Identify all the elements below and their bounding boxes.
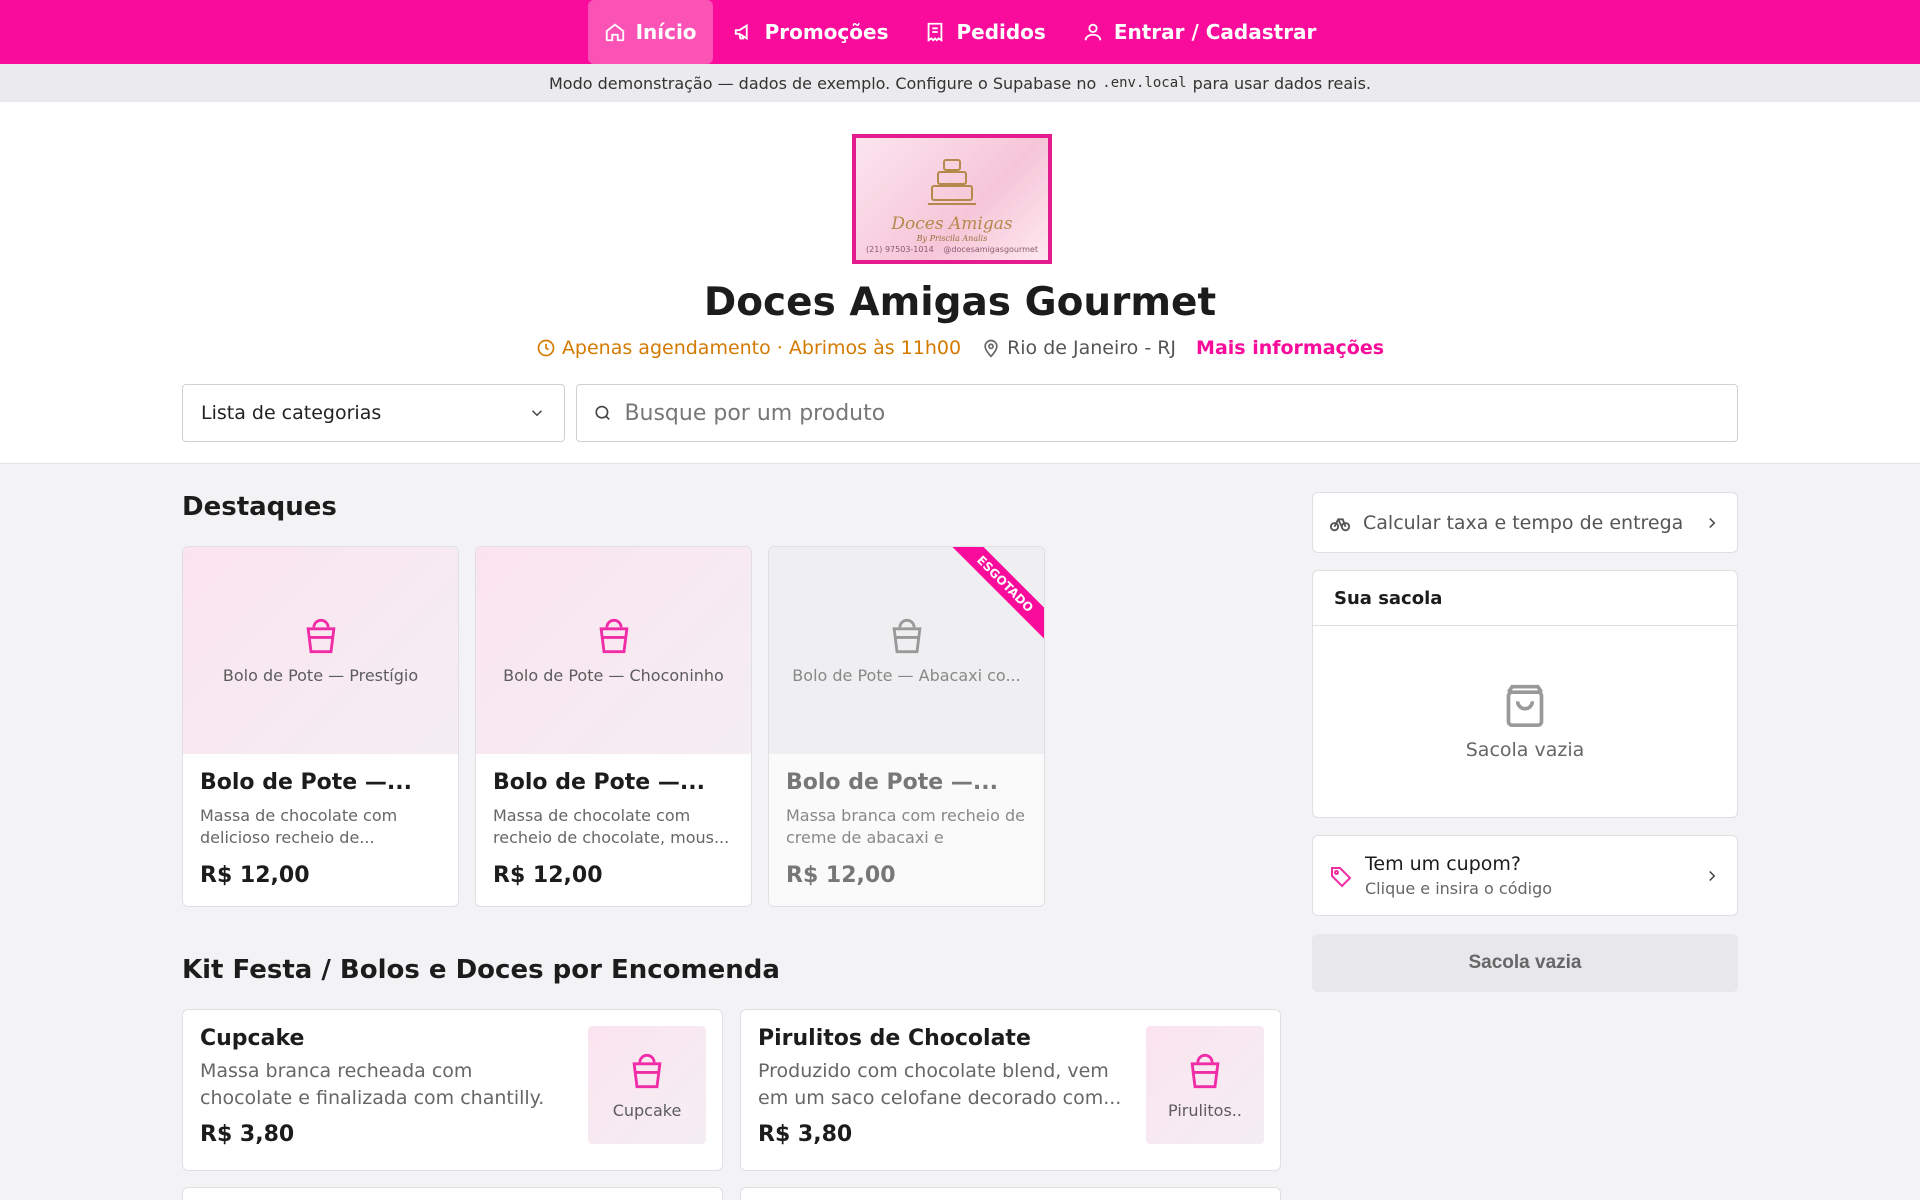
shopping-bag-icon	[306, 618, 335, 654]
product-desc: Massa branca recheada com chocolate e fi…	[200, 1060, 545, 1109]
product-desc: Massa de chocolate com delicioso recheio…	[200, 806, 398, 847]
shopping-bag-icon	[1190, 1053, 1220, 1088]
shopping-bag-icon	[1506, 684, 1544, 727]
nav-items: Início Promoções Pedidos Entrar / Cadast…	[587, 0, 1333, 64]
store-logo: Doces Amigas By Priscila Analis (21) 975…	[852, 134, 1052, 264]
schedule-text: Apenas agendamento · Abrimos às 11h00	[561, 337, 962, 359]
logo-phone: (21) 97503-1014	[866, 245, 934, 254]
product-image-label: Bolo de Pote — Choconinho	[503, 666, 724, 685]
location-info: Rio de Janeiro - RJ	[981, 337, 1176, 359]
store-name: Doces Amigas Gourmet	[703, 280, 1217, 325]
demo-text-after: para usar dados reais.	[1192, 73, 1372, 93]
demo-text-before: Modo demonstração — dados de exemplo. Co…	[548, 73, 1097, 93]
delivery-calculator[interactable]: Calcular taxa e tempo de entrega	[1312, 492, 1738, 553]
nav-orders[interactable]: Pedidos	[908, 0, 1061, 64]
tag-icon	[1331, 866, 1352, 887]
product-price: R$ 12,00	[200, 863, 310, 888]
checkout-bag-button[interactable]: Sacola vazia	[1312, 934, 1738, 992]
product-price: R$ 3,80	[200, 1122, 295, 1147]
shopping-bag-icon	[892, 618, 921, 654]
bag-empty-state: Sacola vazia	[1313, 626, 1737, 816]
highlights-title: Destaques	[182, 492, 337, 522]
search-icon	[595, 405, 610, 421]
product-card[interactable]: Cupcake Massa branca recheada com chocol…	[182, 1009, 723, 1171]
more-info-link[interactable]: Mais informações	[1196, 337, 1384, 359]
product-name: Cupcake	[200, 1026, 305, 1051]
chevron-down-icon	[531, 410, 543, 417]
clock-icon	[537, 339, 555, 357]
product-price: R$ 12,00	[493, 863, 603, 888]
product-thumb-label: Pirulitos..	[1168, 1100, 1242, 1120]
product-search[interactable]	[576, 384, 1738, 442]
coupon-text: Tem um cupom? Clique e insira o código	[1365, 853, 1691, 898]
nav-login[interactable]: Entrar / Cadastrar	[1066, 0, 1333, 64]
delivery-label: Calcular taxa e tempo de entrega	[1363, 511, 1684, 534]
product-price: R$ 12,00	[786, 863, 896, 888]
megaphone-icon	[734, 23, 748, 41]
product-thumb: Cupcake	[588, 1026, 706, 1144]
cake-logo-icon	[928, 158, 976, 205]
store-header: Doces Amigas By Priscila Analis (21) 975…	[0, 102, 1920, 464]
logo-handle: @docesamigasgourmet	[943, 245, 1038, 254]
home-icon	[605, 23, 624, 42]
product-desc: Massa branca com recheio de creme de aba…	[786, 806, 1025, 847]
product-thumb: Pirulitos..	[1146, 1026, 1264, 1144]
demo-banner: Modo demonstração — dados de exemplo. Co…	[0, 64, 1920, 102]
product-card[interactable]	[182, 1187, 723, 1200]
search-input[interactable]	[624, 400, 1721, 426]
logo-footer: (21) 97503-1014 @docesamigasgourmet	[866, 245, 1038, 254]
product-name: Bolo de Pote —...	[493, 770, 705, 795]
product-name: Bolo de Pote —...	[200, 770, 412, 795]
product-thumb-label: Cupcake	[612, 1100, 682, 1120]
category-select-label: Lista de categorias	[201, 402, 382, 424]
nav-promos-label: Promoções	[764, 20, 889, 44]
coupon-subtitle: Clique e insira o código	[1365, 879, 1553, 898]
highlight-card-sold-out[interactable]: Bolo de Pote — Abacaxi co... ESGOTADO Bo…	[768, 546, 1045, 907]
nav-home-label: Início	[635, 20, 697, 44]
shopping-bag-icon	[632, 1053, 662, 1088]
highlight-card[interactable]: Bolo de Pote — Prestígio Bolo de Pote —.…	[182, 546, 459, 907]
logo-subtitle: By Priscila Analis	[916, 233, 988, 243]
nav-orders-label: Pedidos	[956, 20, 1046, 44]
category-select[interactable]: Lista de categorias	[182, 384, 565, 442]
product-desc: Massa de chocolate com recheio de chocol…	[493, 806, 730, 847]
user-icon	[1084, 23, 1102, 41]
product-image: Bolo de Pote — Choconinho	[476, 547, 751, 754]
bicycle-icon	[1329, 517, 1351, 531]
product-name: Bolo de Pote —...	[786, 770, 998, 795]
map-pin-icon	[984, 339, 998, 358]
product-image-label: Bolo de Pote — Prestígio	[222, 666, 419, 685]
chevron-right-icon	[1709, 870, 1716, 881]
location-text: Rio de Janeiro - RJ	[1007, 337, 1177, 359]
kit-section-title: Kit Festa / Bolos e Doces por Encomenda	[182, 955, 780, 985]
product-price: R$ 3,80	[758, 1122, 853, 1147]
product-image: Bolo de Pote — Prestígio	[183, 547, 458, 754]
product-image-label: Bolo de Pote — Abacaxi co...	[792, 666, 1021, 685]
store-info: Apenas agendamento · Abrimos às 11h00 Ri…	[0, 337, 1920, 359]
product-name: Pirulitos de Chocolate	[758, 1026, 1031, 1051]
demo-code: .env.local	[1102, 75, 1187, 91]
shopping-bag-panel: Sua sacola Sacola vazia	[1312, 570, 1738, 818]
nav-login-label: Entrar / Cadastrar	[1113, 20, 1317, 44]
top-navbar: Início Promoções Pedidos Entrar / Cadast…	[0, 0, 1920, 64]
logo-title: Doces Amigas	[891, 213, 1013, 234]
schedule-info: Apenas agendamento · Abrimos às 11h00	[536, 337, 961, 359]
bag-empty-text: Sacola vazia	[1465, 739, 1585, 761]
chevron-right-icon	[1709, 517, 1716, 528]
coupon-title: Tem um cupom?	[1365, 853, 1521, 875]
shopping-bag-icon	[599, 618, 628, 654]
bag-title: Sua sacola	[1313, 571, 1737, 626]
coupon-box[interactable]: Tem um cupom? Clique e insira o código	[1312, 835, 1738, 916]
nav-promos[interactable]: Promoções	[717, 0, 905, 64]
product-card[interactable]	[740, 1187, 1281, 1200]
product-card[interactable]: Pirulitos de Chocolate Produzido com cho…	[740, 1009, 1281, 1171]
product-desc: Produzido com chocolate blend, vem em um…	[758, 1060, 1122, 1109]
highlight-card[interactable]: Bolo de Pote — Choconinho Bolo de Pote —…	[475, 546, 752, 907]
receipt-icon	[928, 22, 943, 42]
nav-home[interactable]: Início	[587, 0, 713, 64]
